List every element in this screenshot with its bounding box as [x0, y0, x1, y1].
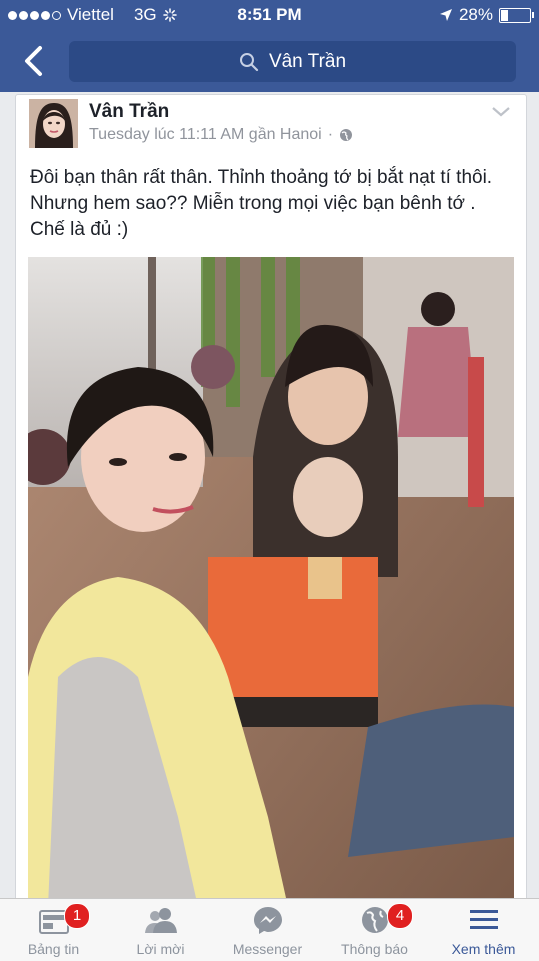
photo-image — [28, 257, 514, 905]
tab-notifications-label: Thông báo — [341, 941, 408, 957]
tab-friend-requests[interactable]: Lời mời — [107, 899, 214, 961]
search-text: Vân Trần — [268, 50, 347, 72]
tab-notifications[interactable]: 4 Thông báo — [321, 899, 428, 961]
post-message: Đôi bạn thân rất thân. Thỉnh thoảng tớ b… — [30, 167, 493, 240]
post-meta: Tuesday lúc 11:11 AM gần Hanoi · — [89, 126, 353, 144]
tab-news-feed-label: Bảng tin — [27, 941, 80, 957]
search-field[interactable]: Vân Trần — [69, 41, 516, 82]
globe-icon — [340, 129, 353, 141]
back-button[interactable] — [18, 42, 52, 80]
post-options-chevron-icon[interactable] — [492, 107, 510, 117]
globe-notifications-icon — [362, 907, 388, 933]
post-author-name[interactable]: Vân Trần — [89, 101, 169, 123]
menu-icon — [470, 910, 498, 929]
battery-percent: 28% — [458, 5, 493, 24]
messenger-icon — [254, 907, 282, 934]
battery-info: 28% — [439, 5, 534, 25]
bottom-tab-bar: 1 Bảng tin Lời mời Messenger 4 Thông báo — [0, 898, 539, 961]
avatar[interactable] — [29, 99, 78, 148]
meta-separator: · — [327, 126, 334, 143]
tab-friend-requests-label: Lời mời — [136, 941, 185, 957]
tab-more-label: Xem thêm — [451, 941, 516, 957]
post-photo[interactable] — [28, 257, 514, 905]
status-bar: Viettel 3G 8:51 PM 28% — [0, 0, 539, 30]
location-arrow-icon — [439, 9, 452, 21]
post-card: Vân Trần Tuesday lúc 11:11 AM gần Hanoi … — [15, 94, 527, 906]
tab-news-feed[interactable]: 1 Bảng tin — [0, 899, 107, 961]
tab-more[interactable]: Xem thêm — [428, 899, 539, 961]
navigation-bar: Vân Trần — [0, 30, 539, 92]
friend-requests-icon — [145, 908, 177, 933]
post-timestamp[interactable]: Tuesday lúc 11:11 AM gần Hanoi — [89, 126, 322, 144]
notifications-badge: 4 — [387, 903, 413, 929]
battery-icon — [499, 7, 534, 23]
tab-messenger[interactable]: Messenger — [214, 899, 321, 961]
news-feed-badge: 1 — [64, 903, 90, 929]
tab-messenger-label: Messenger — [232, 941, 303, 957]
avatar-image — [29, 99, 78, 148]
search-icon — [239, 52, 259, 71]
chevron-left-icon — [25, 46, 42, 76]
